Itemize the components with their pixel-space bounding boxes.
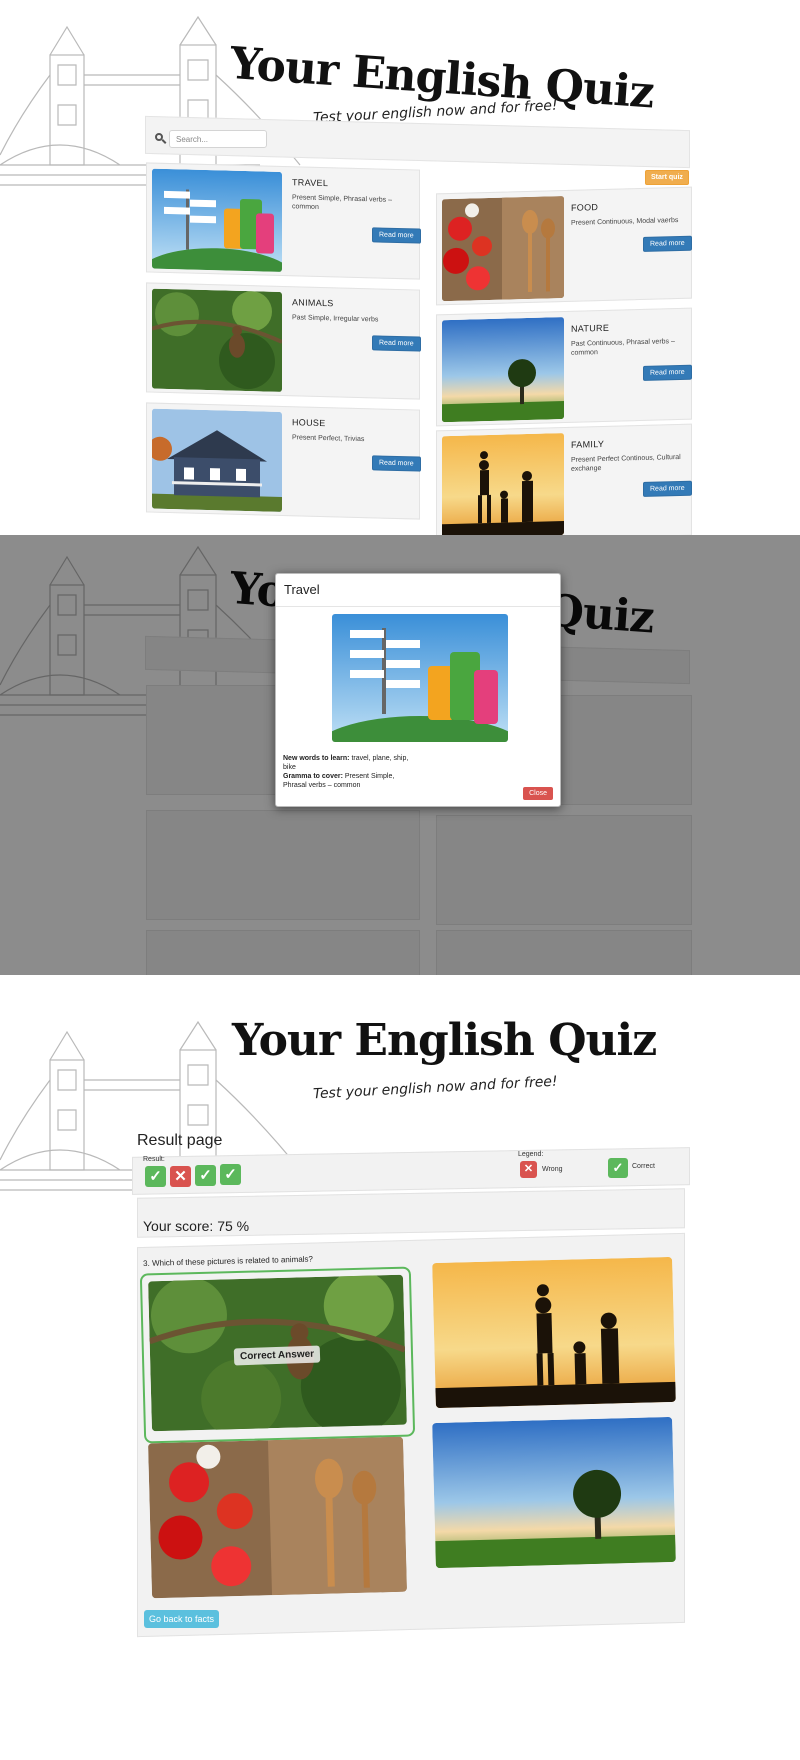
start-quiz-button[interactable]: Start quiz [645, 170, 689, 185]
house-image [152, 408, 282, 512]
modal-words-label: New words to learn: [283, 755, 350, 762]
card-description: Present Simple, Phrasal verbs – common [292, 194, 392, 211]
cross-icon: ✕ [170, 1166, 191, 1187]
card-description: Past Simple, Irregular verbs [292, 314, 379, 324]
answer-nature-image[interactable] [432, 1416, 676, 1569]
answer-food-image[interactable] [148, 1436, 407, 1599]
home-screen: Your English Quiz Test your english now … [0, 0, 800, 535]
result-screen: Your English Quiz Test your english now … [0, 1000, 800, 1760]
search-icon [155, 133, 163, 141]
legend-label: Legend: [518, 1151, 544, 1158]
modal-grammar: Gramma to cover: Present Simple, Phrasal… [283, 772, 413, 790]
result-label: Result: [143, 1156, 165, 1163]
check-icon: ✓ [195, 1165, 216, 1186]
legend-correct: Correct [632, 1163, 655, 1170]
result-page-title: Result page [137, 1132, 223, 1149]
family-image [442, 433, 564, 535]
card-house: HOUSE Present Perfect, Trivias Read more [146, 402, 421, 520]
modal-title: Travel [284, 582, 320, 597]
score-text: Your score: 75 % [143, 1218, 250, 1234]
card-family: FAMILY Present Perfect Continous, Cultur… [436, 423, 692, 535]
card-title: TRAVEL [292, 177, 329, 189]
read-more-button[interactable]: Read more [643, 364, 692, 381]
check-icon: ✓ [145, 1166, 166, 1187]
card-title: FAMILY [571, 438, 605, 450]
modal-grammar-label: Gramma to cover: [283, 773, 343, 780]
go-back-button[interactable]: Go back to facts [144, 1610, 220, 1628]
card-travel: TRAVEL Present Simple, Phrasal verbs – c… [146, 162, 421, 280]
card-description: Present Continuous, Modal vaerbs [571, 217, 679, 227]
check-icon: ✓ [608, 1158, 628, 1178]
search-input[interactable]: Search... [169, 130, 267, 148]
site-logo-subtitle: Test your english now and for free! [312, 1073, 558, 1103]
cross-icon: ✕ [520, 1161, 537, 1178]
card-title: HOUSE [292, 417, 326, 429]
card-description: Present Perfect Continous, Cultural exch… [571, 453, 681, 473]
nature-image [442, 317, 564, 423]
read-more-button[interactable]: Read more [372, 455, 421, 472]
card-description: Past Continuous, Phrasal verbs – common [571, 338, 675, 357]
card-title: NATURE [571, 322, 610, 334]
animals-image [152, 288, 282, 392]
site-logo-title: Your English Quiz [232, 1015, 657, 1066]
card-food: FOOD Present Continuous, Modal vaerbs Re… [436, 186, 692, 306]
correct-answer-badge: Correct Answer [233, 1345, 321, 1366]
read-more-button[interactable]: Read more [372, 335, 421, 352]
food-image [442, 196, 564, 302]
legend-wrong: Wrong [542, 1166, 563, 1173]
modal-divider [276, 606, 560, 607]
card-title: ANIMALS [292, 297, 334, 309]
modal-words: New words to learn: travel, plane, ship,… [283, 754, 413, 772]
card-animals: ANIMALS Past Simple, Irregular verbs Rea… [146, 282, 421, 400]
travel-modal: Travel New words to learn: travel, plane… [275, 573, 561, 807]
read-more-button[interactable]: Read more [643, 235, 692, 252]
read-more-button[interactable]: Read more [643, 480, 692, 497]
read-more-button[interactable]: Read more [372, 227, 421, 244]
answer-family-image[interactable] [432, 1256, 676, 1409]
card-description: Present Perfect, Trivias [292, 434, 365, 444]
modal-travel-image [332, 614, 508, 742]
modal-screen: Your English Quiz Travel New words to le… [0, 535, 800, 975]
travel-image [152, 168, 282, 272]
check-icon: ✓ [220, 1164, 241, 1185]
close-button[interactable]: Close [523, 787, 553, 800]
card-nature: NATURE Past Continuous, Phrasal verbs – … [436, 307, 692, 427]
card-title: FOOD [571, 202, 599, 213]
